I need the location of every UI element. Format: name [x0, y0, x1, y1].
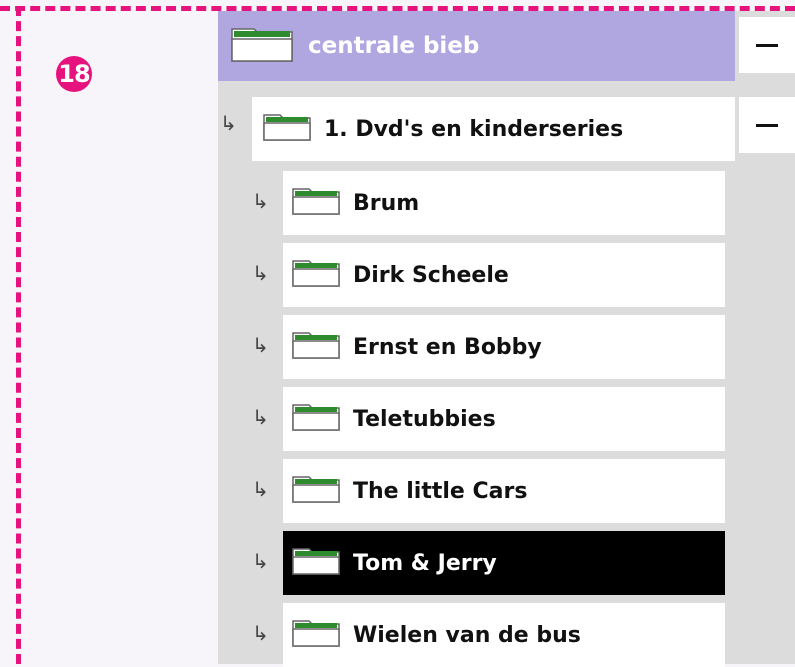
folder-icon	[291, 186, 341, 220]
child-arrow-icon: ↳	[252, 189, 269, 213]
tree-item-label: Teletubbies	[353, 406, 496, 432]
folder-icon	[291, 330, 341, 364]
folder-icon	[291, 618, 341, 652]
tree-item[interactable]: Wielen van de bus	[283, 603, 725, 667]
child-arrow-icon: ↳	[252, 261, 269, 285]
tree-node-dvds-en-kinderseries[interactable]: 1. Dvd's en kinderseries	[252, 97, 735, 161]
folder-icon	[262, 112, 312, 146]
folder-icon	[230, 25, 294, 67]
tree-root-label: centrale bieb	[308, 33, 480, 59]
tree-node-label: 1. Dvd's en kinderseries	[324, 116, 624, 142]
tree-item[interactable]: Teletubbies	[283, 387, 725, 451]
folder-icon	[291, 474, 341, 508]
tree-item-label: Tom & Jerry	[353, 550, 497, 576]
tree-root-centrale-bieb[interactable]: centrale bieb	[218, 11, 735, 81]
child-arrow-icon: ↳	[252, 405, 269, 429]
child-arrow-icon: ↳	[252, 333, 269, 357]
dashed-frame-left	[16, 6, 21, 664]
tree-item[interactable]: Brum	[283, 171, 725, 235]
folder-icon	[291, 546, 341, 580]
tree-item[interactable]: Tom & Jerry	[283, 531, 725, 595]
tree-item[interactable]: The little Cars	[283, 459, 725, 523]
step-number-badge: 18	[56, 56, 92, 92]
tree-item-label: The little Cars	[353, 478, 528, 504]
folder-icon	[291, 402, 341, 436]
tree-item-label: Ernst en Bobby	[353, 334, 542, 360]
tree-item[interactable]: Ernst en Bobby	[283, 315, 725, 379]
child-arrow-icon: ↳	[252, 621, 269, 645]
tree-item[interactable]: Dirk Scheele	[283, 243, 725, 307]
folder-tree-panel: centrale bieb ↳ 1. Dvd's en kinderseries…	[218, 11, 795, 667]
tree-item-label: Dirk Scheele	[353, 262, 509, 288]
collapse-node-button[interactable]	[739, 97, 795, 153]
collapse-root-button[interactable]	[739, 17, 795, 73]
child-arrow-icon: ↳	[220, 111, 237, 135]
minus-icon	[756, 43, 778, 47]
minus-icon	[756, 123, 778, 127]
folder-icon	[291, 258, 341, 292]
child-arrow-icon: ↳	[252, 549, 269, 573]
tree-item-label: Wielen van de bus	[353, 622, 581, 648]
child-arrow-icon: ↳	[252, 477, 269, 501]
tree-item-label: Brum	[353, 190, 420, 216]
